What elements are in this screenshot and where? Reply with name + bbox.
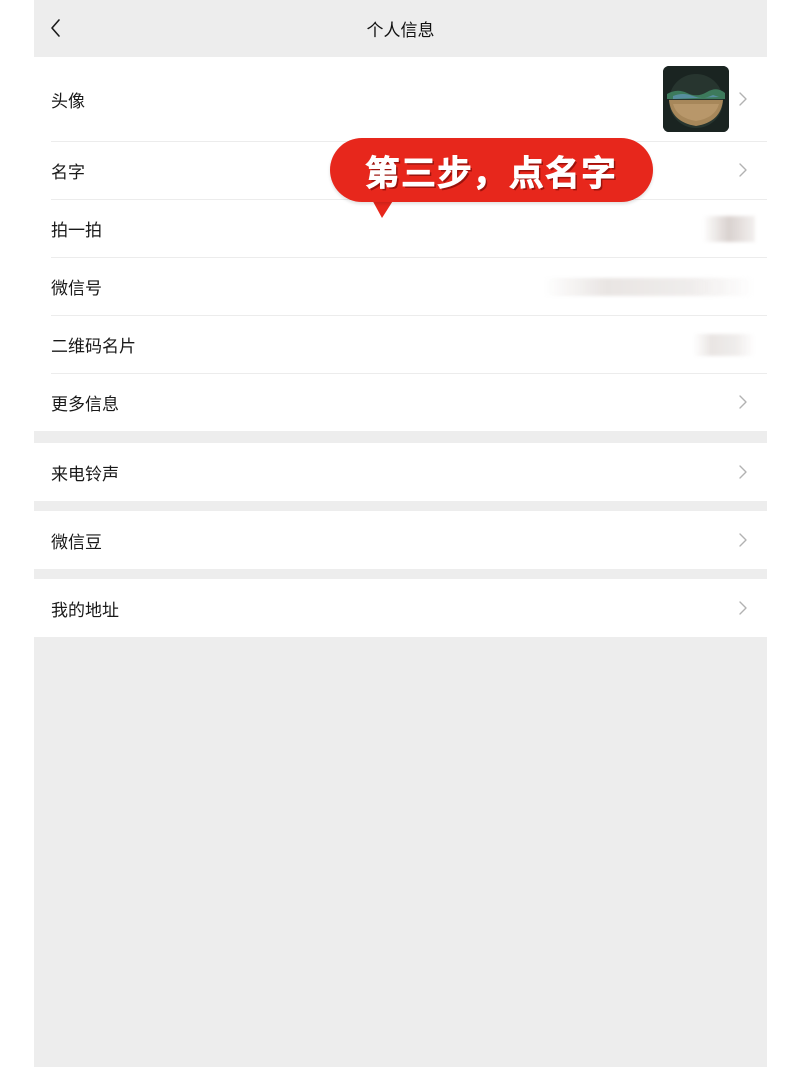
row-qr-card[interactable]: 二维码名片 bbox=[34, 315, 767, 373]
phone-screen: 个人信息 头像 名字 拍一拍 微信号 二维码名片 更多信息 来电铃声 微信豆 我… bbox=[34, 0, 767, 1067]
row-more-info[interactable]: 更多信息 bbox=[34, 373, 767, 431]
row-ringtone[interactable]: 来电铃声 bbox=[34, 443, 767, 501]
address-group: 我的地址 bbox=[34, 579, 767, 637]
page-title: 个人信息 bbox=[366, 21, 435, 41]
blurred-value bbox=[703, 216, 755, 242]
row-my-address[interactable]: 我的地址 bbox=[34, 579, 767, 637]
chevron-right-icon bbox=[739, 163, 747, 177]
avatar-image bbox=[663, 66, 729, 132]
row-avatar[interactable]: 头像 bbox=[34, 57, 767, 141]
row-wechat-beans[interactable]: 微信豆 bbox=[34, 511, 767, 569]
chevron-right-icon bbox=[739, 395, 747, 409]
row-label: 拍一拍 bbox=[51, 220, 102, 241]
ringtone-group: 来电铃声 bbox=[34, 443, 767, 501]
chevron-right-icon bbox=[739, 465, 747, 479]
row-label: 更多信息 bbox=[51, 394, 119, 415]
avatar[interactable] bbox=[663, 66, 729, 132]
row-pat[interactable]: 拍一拍 bbox=[34, 199, 767, 257]
chevron-right-icon bbox=[739, 92, 747, 106]
row-label: 微信豆 bbox=[51, 532, 102, 553]
blurred-value bbox=[543, 278, 755, 296]
row-label: 来电铃声 bbox=[51, 464, 119, 485]
wechat-beans-group: 微信豆 bbox=[34, 511, 767, 569]
callout-text: 第三步，点名字 bbox=[365, 153, 618, 194]
profile-group: 头像 名字 拍一拍 微信号 二维码名片 更多信息 bbox=[34, 57, 767, 431]
row-label: 二维码名片 bbox=[51, 336, 136, 357]
row-wechat-id[interactable]: 微信号 bbox=[34, 257, 767, 315]
chevron-right-icon bbox=[739, 533, 747, 547]
chevron-right-icon bbox=[739, 601, 747, 615]
row-label: 我的地址 bbox=[51, 600, 119, 621]
row-label: 头像 bbox=[51, 91, 85, 112]
row-label: 名字 bbox=[51, 162, 85, 183]
blurred-value bbox=[693, 334, 755, 356]
row-label: 微信号 bbox=[51, 278, 102, 299]
nav-bar: 个人信息 bbox=[34, 0, 767, 56]
step-callout: 第三步，点名字 bbox=[330, 138, 653, 202]
